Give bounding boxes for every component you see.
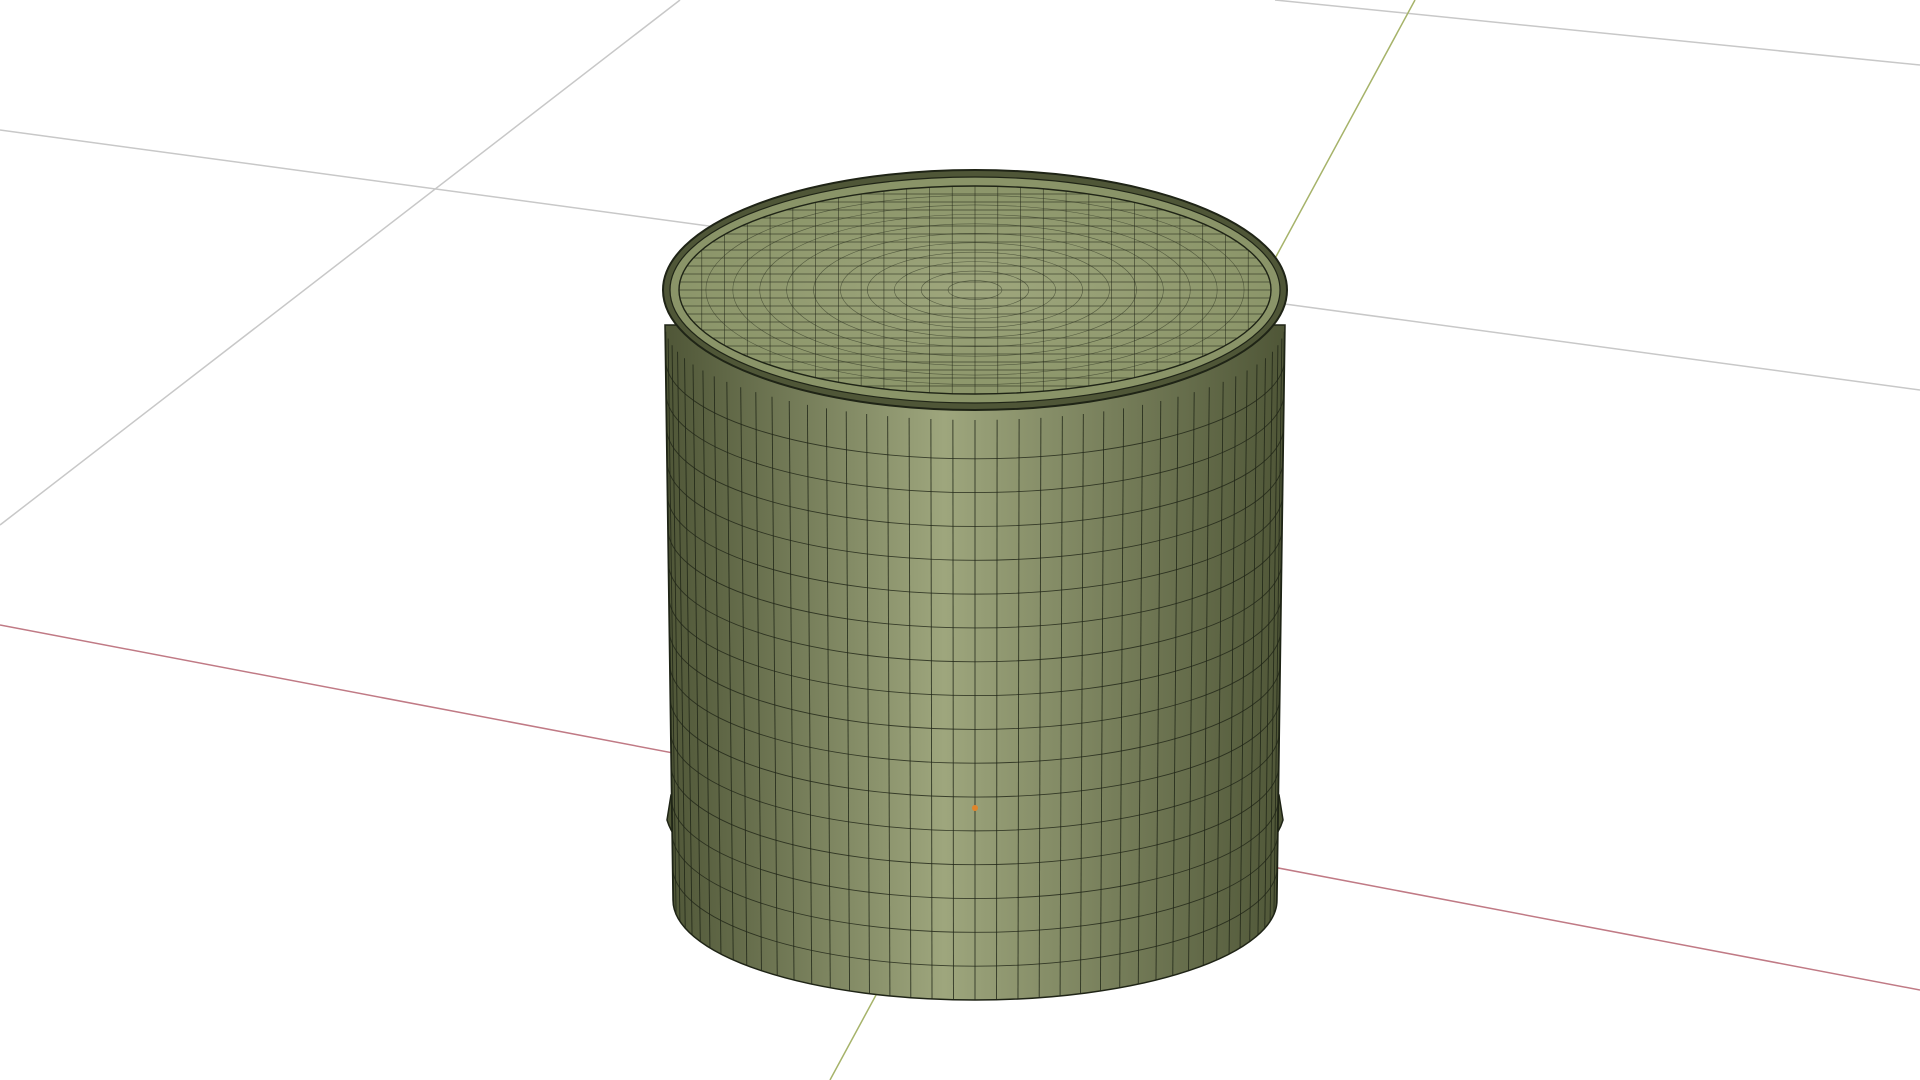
cylinder-mesh[interactable] (662, 169, 1288, 1001)
object-origin-dot[interactable] (972, 805, 978, 811)
grid-line (0, 0, 681, 526)
viewport-scene[interactable] (0, 0, 1920, 1080)
side-wire (996, 419, 998, 1000)
grid-line (1274, 0, 1920, 66)
3d-viewport[interactable] (0, 0, 1920, 1080)
side-wire (952, 419, 954, 1000)
